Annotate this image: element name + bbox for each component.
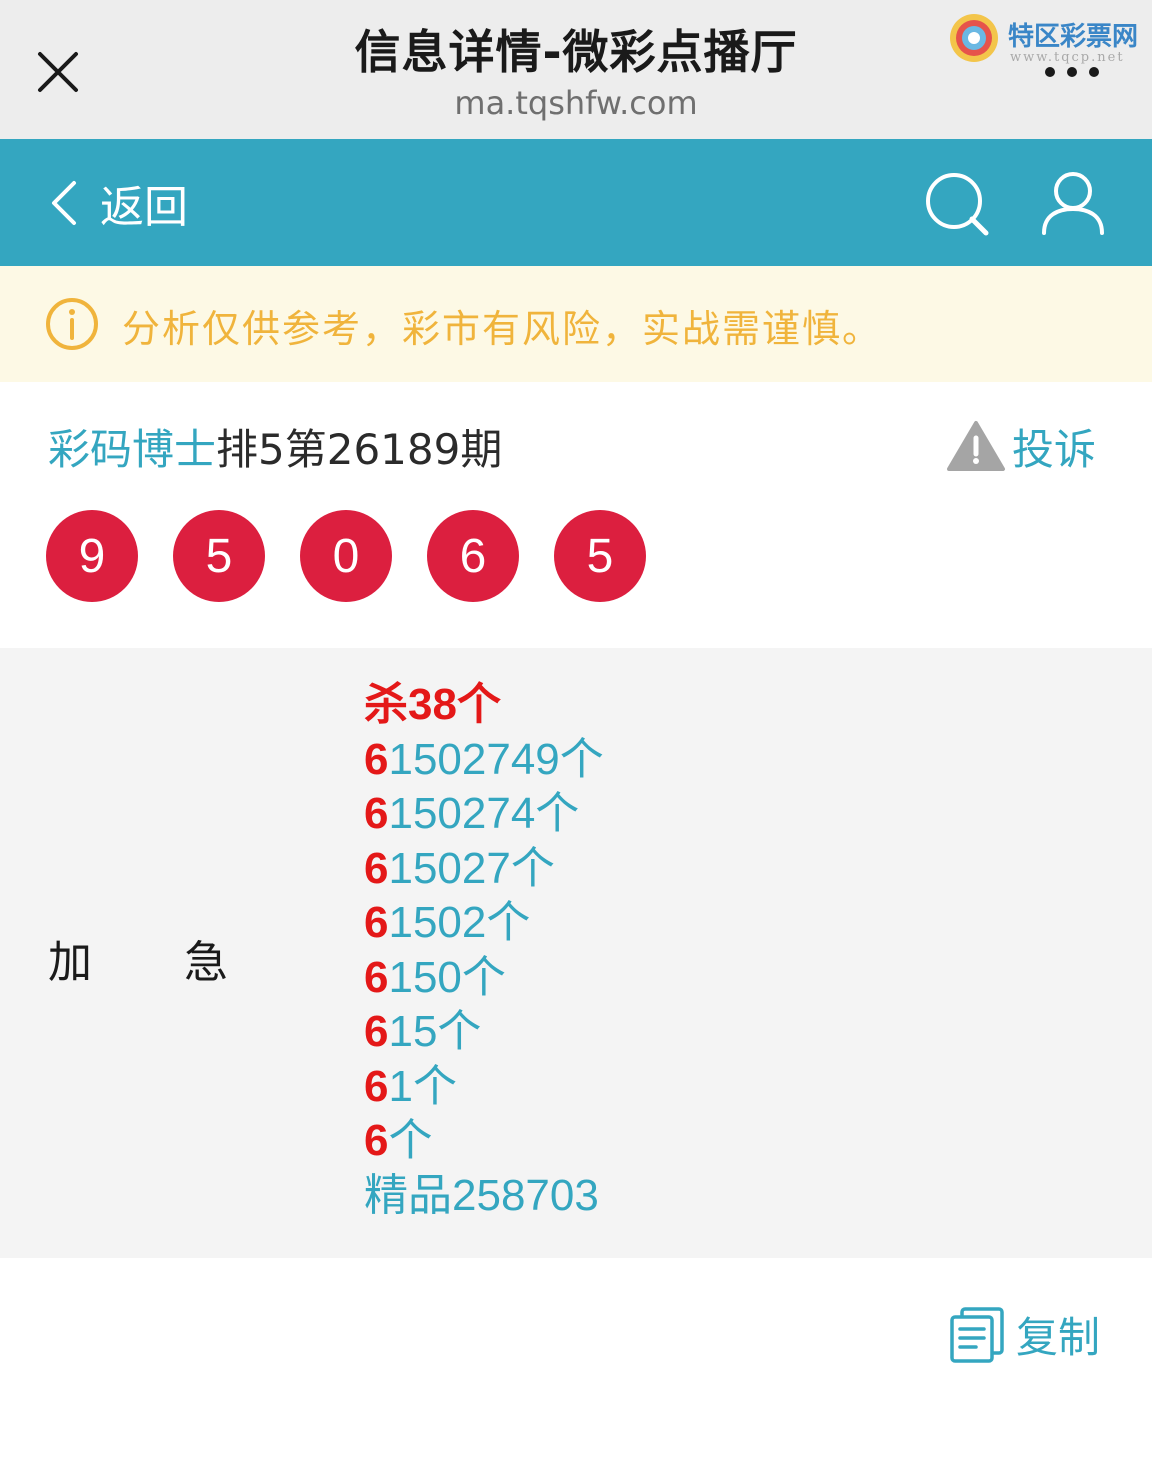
browser-title-bar: 信息详情-微彩点播厅 ma.tqshfw.com 特区彩票网 www.tqcp.… (0, 0, 1152, 139)
watermark-name: 特区彩票网 (1008, 22, 1139, 52)
prediction-panel: 加急 杀38个 61502749个 6150274个 615027个 61502… (0, 648, 1152, 1258)
row-head: 6 (364, 843, 389, 893)
row-rest: 15027个 (388, 843, 555, 893)
page-url: ma.tqshfw.com (454, 84, 698, 122)
complain-button[interactable]: 投诉 (946, 418, 1096, 474)
prediction-row: 615027个 (364, 842, 604, 897)
copy-button[interactable]: 复制 (948, 1304, 1100, 1364)
draw-numbers: 9 5 0 6 5 (46, 510, 681, 602)
row-head: 6 (364, 1116, 389, 1165)
row-rest: 150个 (388, 952, 506, 1002)
row-rest: 个 (388, 1116, 433, 1165)
author-name[interactable]: 彩码博士 (48, 425, 216, 474)
row-head: 6 (364, 789, 389, 838)
search-icon[interactable] (922, 169, 992, 239)
row-head: 6 (364, 898, 389, 947)
kill-line: 杀38个 (364, 680, 501, 729)
issue-number: 排5第26189期 (216, 425, 503, 474)
number-ball: 0 (300, 510, 392, 602)
back-button[interactable]: 返回 (48, 173, 188, 233)
info-icon (44, 296, 100, 352)
label-left: 加 (48, 937, 92, 988)
notice-text: 分析仅供参考，彩市有风险，实战需谨慎。 (122, 307, 883, 351)
risk-notice: 分析仅供参考，彩市有风险，实战需谨慎。 (0, 266, 1152, 382)
complain-label: 投诉 (1012, 424, 1097, 474)
watermark-logo: 特区彩票网 www.tqcp.net (948, 8, 1148, 66)
prediction-row: 6150个 (364, 951, 604, 1006)
number-ball: 6 (427, 510, 519, 602)
copy-icon (950, 1307, 1004, 1363)
prediction-row: 6个 (364, 1114, 604, 1169)
row-head: 6 (364, 952, 389, 1002)
row-rest: 150274个 (388, 789, 580, 838)
prediction-row: 61502个 (364, 896, 604, 951)
row-rest: 15个 (388, 1007, 482, 1056)
chevron-left-icon (52, 181, 76, 225)
row-rest: 1502749个 (388, 734, 604, 784)
label-right: 急 (184, 937, 228, 988)
row-rest: 1个 (388, 1061, 457, 1111)
row-rest: 1502个 (388, 898, 531, 947)
row-head: 6 (364, 1007, 389, 1056)
prediction-label: 加急 (48, 926, 228, 990)
warning-icon (947, 421, 1005, 471)
number-ball: 5 (554, 510, 646, 602)
prediction-row: 615个 (364, 1005, 604, 1060)
row-head: 6 (364, 1061, 389, 1111)
user-icon[interactable] (1040, 169, 1106, 239)
prediction-row: 6150274个 (364, 787, 604, 842)
more-options-icon[interactable] (1040, 62, 1110, 82)
prediction-row: 61502749个 (364, 733, 604, 788)
prediction-list: 杀38个 61502749个 6150274个 615027个 61502个 6… (364, 678, 604, 1223)
copy-label: 复制 (1016, 1312, 1101, 1362)
back-label: 返回 (100, 182, 188, 233)
number-ball: 9 (46, 510, 138, 602)
spiral-logo-icon (950, 14, 998, 62)
prediction-row: 61个 (364, 1060, 604, 1115)
number-ball: 5 (173, 510, 265, 602)
nav-bar: 返回 (0, 139, 1152, 266)
issue-heading: 彩码博士排5第26189期 (48, 416, 502, 477)
row-head: 6 (364, 734, 389, 784)
boutique-line: 精品258703 (364, 1170, 599, 1220)
